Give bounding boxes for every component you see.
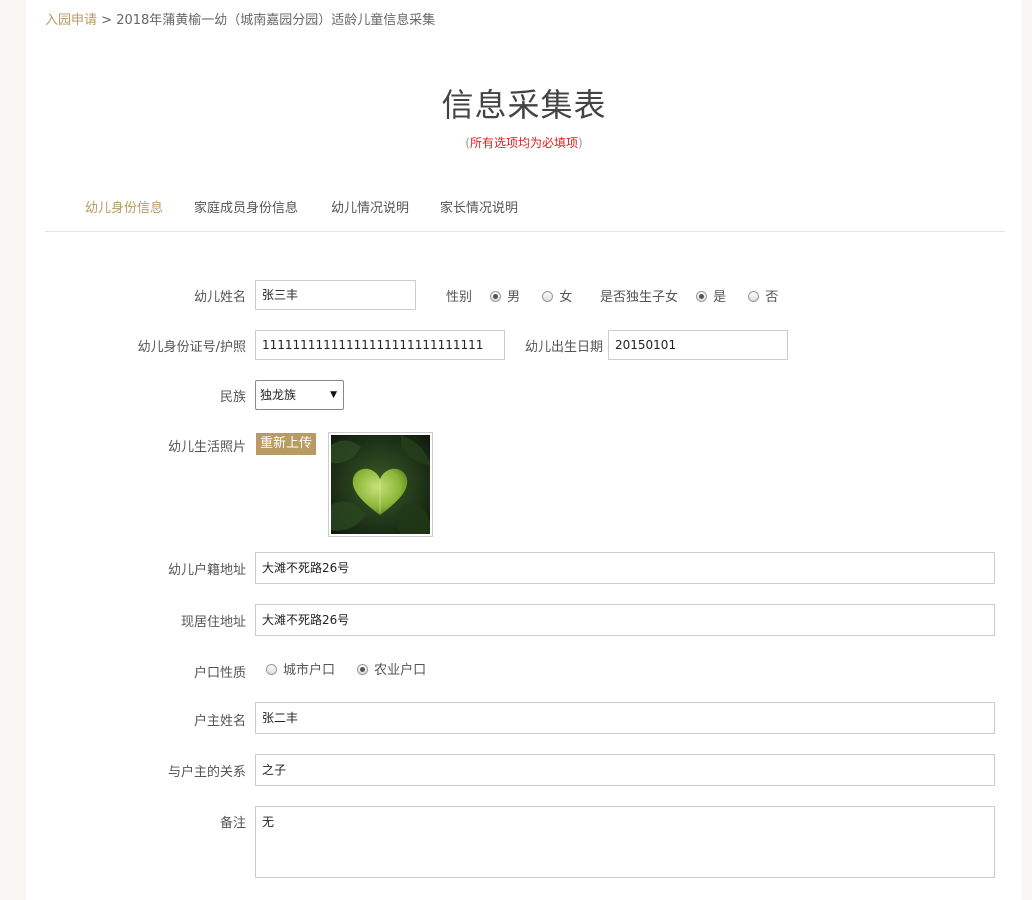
tab-child-situation[interactable]: 幼儿情况说明: [331, 197, 409, 216]
relation-label: 与户主的关系: [167, 765, 246, 780]
only-child-label: 是否独生子女: [600, 290, 679, 305]
household-address-input[interactable]: 大滩不死路26号: [255, 552, 995, 584]
household-type-option-urban[interactable]: 城市户口: [266, 659, 335, 678]
required-note-close: ): [578, 136, 583, 150]
household-address-label: 幼儿户籍地址: [167, 563, 246, 578]
reupload-button[interactable]: 重新上传: [256, 433, 316, 455]
remarks-textarea[interactable]: 无: [255, 806, 995, 878]
gender-group: 性别 男 女: [446, 286, 590, 305]
household-type-label: 户口性质: [193, 666, 246, 681]
ethnicity-select[interactable]: 独龙族 ▼: [255, 380, 344, 410]
current-address-input[interactable]: 大滩不死路26号: [255, 604, 995, 636]
gender-option-female[interactable]: 女: [542, 286, 572, 305]
child-name-input[interactable]: 张三丰: [255, 280, 416, 310]
page-container: 入园申请 > 2018年蒲黄榆一幼（城南嘉园分园）适龄儿童信息采集 信息采集表 …: [26, 0, 1022, 900]
only-child-option-no[interactable]: 否: [748, 286, 778, 305]
breadcrumb: 入园申请 > 2018年蒲黄榆一幼（城南嘉园分园）适龄儿童信息采集: [45, 9, 435, 28]
only-child-no-label: 否: [765, 290, 779, 305]
radio-checked-icon[interactable]: [490, 291, 502, 302]
only-child-yes-label: 是: [713, 290, 727, 305]
required-note: (所有选项均为必填项): [26, 134, 1022, 151]
household-type-option-rural[interactable]: 农业户口: [357, 659, 426, 678]
householder-name-input[interactable]: 张二丰: [255, 702, 995, 734]
only-child-group: 是否独生子女 是 否: [600, 286, 796, 305]
dropdown-arrow-icon: ▼: [330, 390, 337, 400]
birth-date-label: 幼儿出生日期: [524, 340, 603, 355]
birth-date-input[interactable]: 20150101: [608, 330, 788, 360]
radio-unchecked-icon[interactable]: [748, 291, 760, 302]
gender-option-male[interactable]: 男: [490, 286, 520, 305]
current-address-label: 现居住地址: [180, 615, 246, 630]
child-photo: [328, 432, 433, 537]
tab-family-members[interactable]: 家庭成员身份信息: [194, 197, 298, 216]
tab-parent-situation[interactable]: 家长情况说明: [440, 197, 518, 216]
id-number-label: 幼儿身份证号/护照: [137, 340, 246, 355]
household-type-rural-label: 农业户口: [374, 663, 427, 678]
page-title: 信息采集表: [441, 86, 607, 124]
relation-input[interactable]: 之子: [255, 754, 995, 786]
householder-name-label: 户主姓名: [193, 714, 246, 729]
breadcrumb-separator: >: [97, 13, 117, 28]
household-type-urban-label: 城市户口: [283, 663, 336, 678]
gender-male-label: 男: [507, 290, 521, 305]
gender-label: 性别: [446, 290, 473, 305]
gender-female-label: 女: [559, 290, 573, 305]
tab-child-identity[interactable]: 幼儿身份信息: [85, 197, 163, 216]
radio-unchecked-icon[interactable]: [266, 664, 277, 675]
heart-leaf-image: [331, 435, 430, 534]
tab-bar: 幼儿身份信息 家庭成员身份信息 幼儿情况说明 家长情况说明: [45, 190, 1005, 232]
radio-checked-icon[interactable]: [696, 291, 708, 302]
radio-checked-icon[interactable]: [357, 664, 369, 675]
child-name-label: 幼儿姓名: [193, 290, 246, 305]
remarks-label: 备注: [219, 816, 246, 831]
household-type-group: 城市户口 农业户口: [266, 659, 444, 678]
only-child-option-yes[interactable]: 是: [696, 286, 726, 305]
breadcrumb-link-apply[interactable]: 入园申请: [45, 13, 97, 28]
ethnicity-selected-value: 独龙族: [260, 388, 297, 402]
ethnicity-label: 民族: [219, 390, 246, 405]
breadcrumb-current: 2018年蒲黄榆一幼（城南嘉园分园）适龄儿童信息采集: [116, 13, 436, 28]
photo-label: 幼儿生活照片: [167, 440, 246, 455]
required-note-text: 所有选项均为必填项: [469, 136, 578, 150]
radio-unchecked-icon[interactable]: [542, 291, 554, 302]
